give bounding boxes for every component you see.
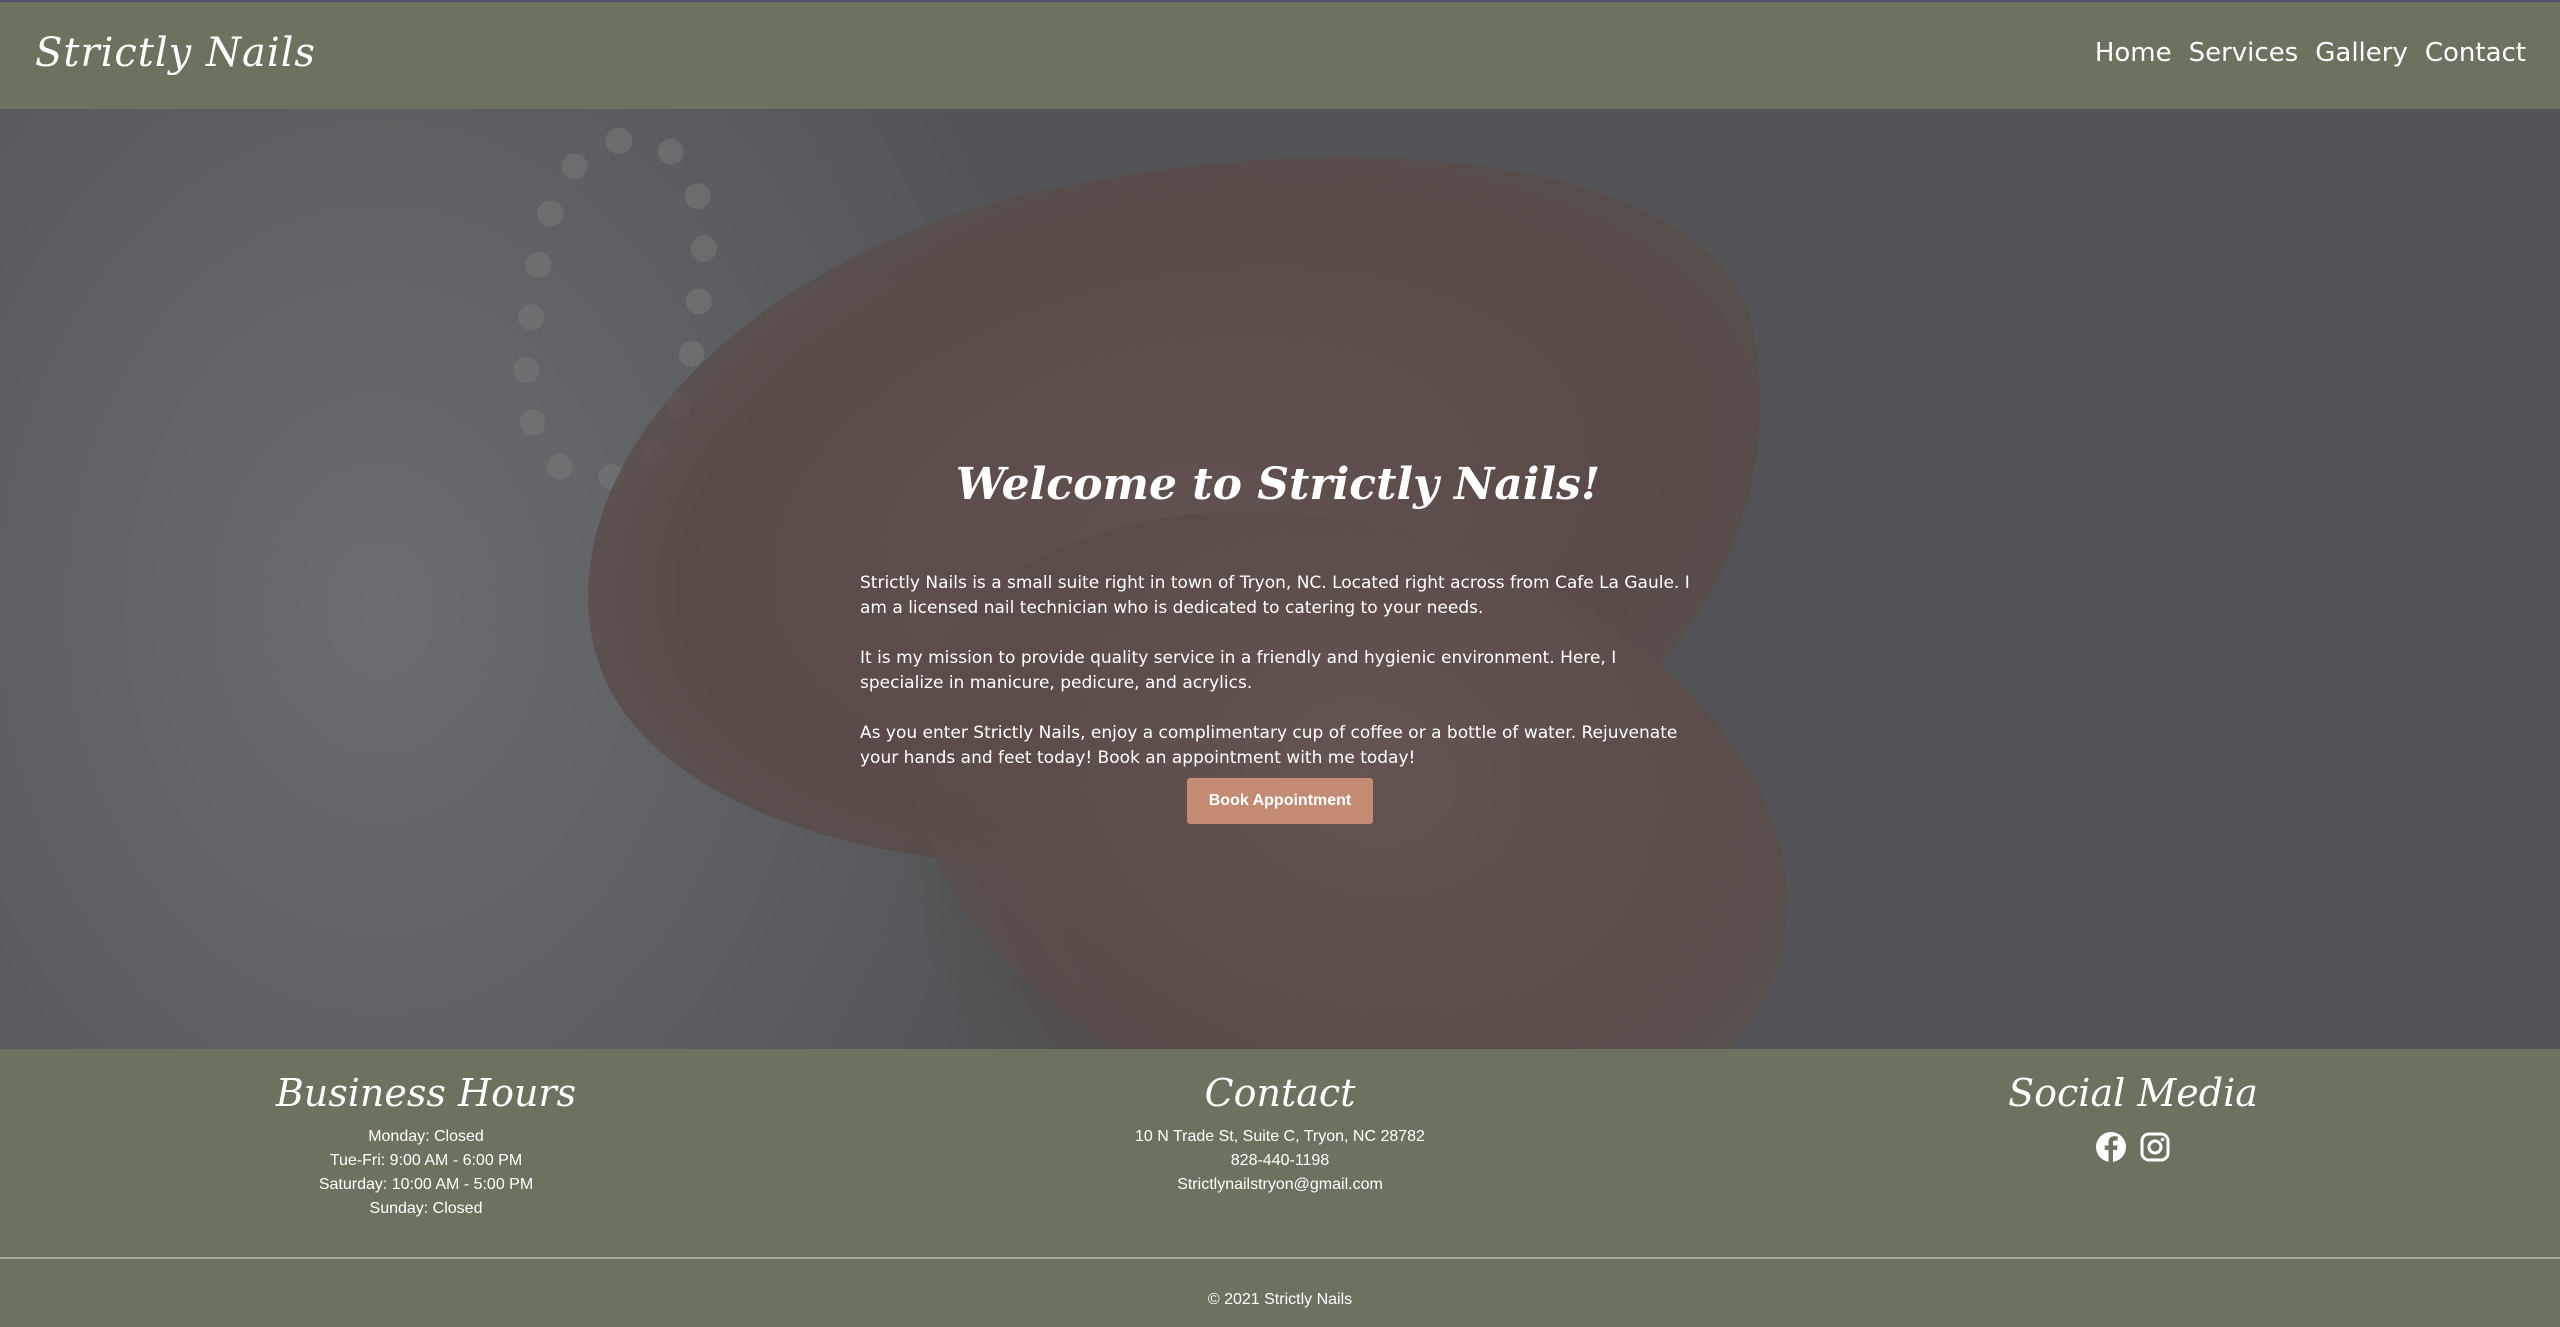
business-hours-title: Business Hours: [275, 1071, 577, 1115]
copyright-text: © 2021 Strictly Nails: [1207, 1291, 1353, 1308]
main-nav: Home Services Gallery Contact: [2095, 38, 2526, 68]
hero-paragraph: It is my mission to provide quality serv…: [860, 648, 1617, 693]
hours-line: Sunday: Closed: [369, 1200, 483, 1217]
hero-paragraph: Strictly Nails is a small suite right in…: [860, 573, 1690, 618]
social-media-title: Social Media: [2008, 1071, 2258, 1115]
contact-section: Contact 10 N Trade St, Suite C, Tryon, N…: [1080, 1071, 1480, 1197]
brand-logo[interactable]: Strictly Nails: [35, 30, 316, 76]
social-icons: [1933, 1131, 2333, 1168]
footer-divider: [0, 1257, 2560, 1259]
contact-phone[interactable]: 828-440-1198: [1080, 1149, 1480, 1173]
nav-services[interactable]: Services: [2189, 38, 2299, 68]
hours-line: Saturday: 10:00 AM - 5:00 PM: [318, 1176, 534, 1193]
nav-gallery[interactable]: Gallery: [2315, 38, 2408, 68]
nav-home[interactable]: Home: [2095, 38, 2172, 68]
hours-line: Tue-Fri: 9:00 AM - 6:00 PM: [329, 1152, 523, 1169]
instagram-icon[interactable]: [2139, 1131, 2171, 1168]
site-footer: Business Hours Monday: Closed Tue-Fri: 9…: [0, 1049, 2560, 1327]
business-hours-section: Business Hours Monday: Closed Tue-Fri: 9…: [226, 1071, 626, 1221]
facebook-icon[interactable]: [2095, 1131, 2127, 1168]
contact-email[interactable]: Strictlynailstryon@gmail.com: [1080, 1173, 1480, 1197]
book-appointment-button[interactable]: Book Appointment: [1187, 778, 1373, 824]
hero-description: Strictly Nails is a small suite right in…: [860, 571, 1696, 796]
hours-line: Monday: Closed: [368, 1128, 484, 1145]
site-header: Strictly Nails Home Services Gallery Con…: [0, 2, 2560, 109]
hero-paragraph: As you enter Strictly Nails, enjoy a com…: [860, 723, 1678, 768]
contact-title: Contact: [1204, 1071, 1356, 1115]
hero-section: Welcome to Strictly Nails! Strictly Nail…: [0, 109, 2560, 1049]
nav-contact[interactable]: Contact: [2425, 38, 2526, 68]
hero-title: Welcome to Strictly Nails!: [955, 459, 1601, 510]
social-media-section: Social Media: [1933, 1071, 2333, 1168]
contact-address: 10 N Trade St, Suite C, Tryon, NC 28782: [1135, 1128, 1425, 1145]
